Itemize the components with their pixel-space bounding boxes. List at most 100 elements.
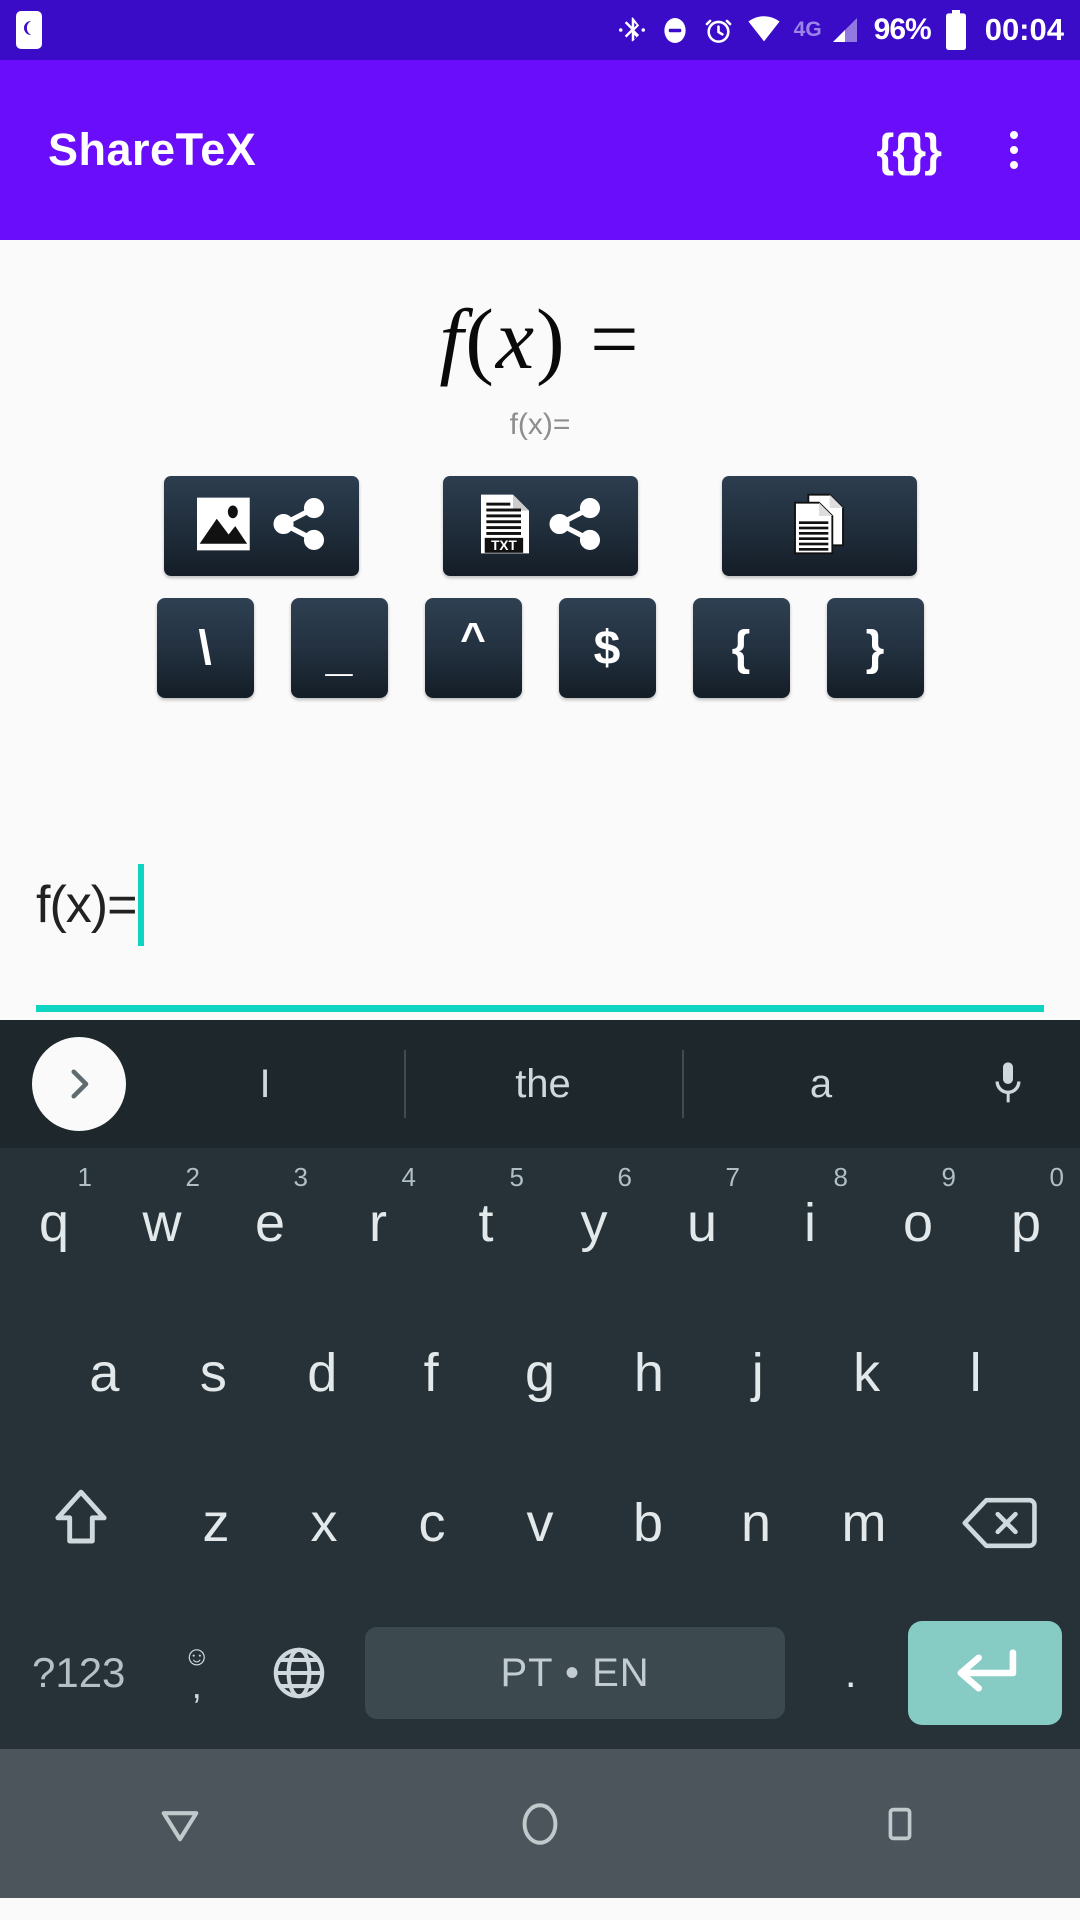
chevron-right-icon[interactable] — [32, 1037, 126, 1131]
soft-keyboard: I the a 1q 2w 3e 4r 5t 6y 7u 8i 9o 0p a … — [0, 1020, 1080, 1748]
key-r[interactable]: 4r — [324, 1148, 432, 1298]
main-content: f(x) = f(x)= TXT \ _ ^ $ {} f(x)= — [0, 240, 1080, 1020]
suggestion-list: I the a — [126, 1020, 960, 1148]
key-hint: 8 — [833, 1162, 848, 1192]
backspace-icon[interactable] — [918, 1448, 1080, 1598]
key-j[interactable]: j — [703, 1298, 812, 1448]
key-hint: 9 — [941, 1162, 956, 1192]
shift-arrow-icon[interactable] — [0, 1448, 162, 1598]
key-backslash[interactable]: \ — [156, 598, 254, 698]
key-x[interactable]: x — [270, 1448, 378, 1598]
recents-square-icon[interactable] — [830, 1749, 970, 1898]
key-o[interactable]: 9o — [864, 1148, 972, 1298]
share-image-button[interactable] — [163, 476, 359, 576]
rendered-formula-x: x — [495, 291, 537, 387]
svg-text:TXT: TXT — [491, 538, 517, 553]
rendered-formula: f(x) = — [0, 296, 1080, 382]
rendered-formula-open-paren: ( — [465, 291, 496, 387]
latex-input-field[interactable]: f(x)= — [36, 851, 1044, 1012]
rendered-formula-f: f — [439, 291, 466, 387]
key-y[interactable]: 6y — [540, 1148, 648, 1298]
sim-card-icon — [16, 11, 42, 49]
key-k[interactable]: k — [812, 1298, 921, 1448]
key-label: e — [254, 1193, 286, 1253]
home-circle-icon[interactable] — [470, 1749, 610, 1898]
key-h[interactable]: h — [594, 1298, 703, 1448]
period-key[interactable]: . — [799, 1598, 902, 1748]
key-t[interactable]: 5t — [432, 1148, 540, 1298]
key-a[interactable]: a — [50, 1298, 159, 1448]
network-type-label: 4G — [793, 18, 822, 41]
formula-source-text: f(x)= — [509, 408, 571, 441]
image-icon — [194, 495, 258, 558]
microphone-icon[interactable] — [960, 1056, 1056, 1112]
key-n[interactable]: n — [702, 1448, 810, 1598]
rendered-formula-close-paren: ) — [536, 291, 567, 387]
more-vertical-icon[interactable] — [996, 127, 1032, 173]
latex-braces-button[interactable]: {{}} — [876, 123, 942, 177]
space-key[interactable]: PT • EN — [364, 1627, 786, 1719]
key-label: y — [580, 1193, 608, 1253]
keyboard-row-4: ?123 ☺ , PT • EN . — [0, 1598, 1080, 1748]
suggestion-bar: I the a — [0, 1020, 1080, 1148]
copy-document-button[interactable] — [721, 476, 917, 576]
key-g[interactable]: g — [486, 1298, 595, 1448]
suggestion-item[interactable]: a — [682, 1062, 960, 1107]
status-clock: 00:04 — [984, 12, 1064, 47]
app-bar-actions: {{}} — [876, 123, 1032, 177]
key-c[interactable]: c — [378, 1448, 486, 1598]
key-p[interactable]: 0p — [972, 1148, 1080, 1298]
enter-return-icon[interactable] — [908, 1621, 1062, 1725]
comma-label: , — [191, 1665, 202, 1707]
key-i[interactable]: 8i — [756, 1148, 864, 1298]
key-m[interactable]: m — [810, 1448, 918, 1598]
copy-documents-icon — [788, 492, 850, 561]
key-brace-close[interactable]: } — [826, 598, 924, 698]
globe-language-icon[interactable] — [248, 1598, 351, 1748]
suggestion-item[interactable]: I — [126, 1062, 404, 1107]
share-icon — [546, 495, 604, 558]
key-brace-open[interactable]: { — [692, 598, 790, 698]
editor-line[interactable]: f(x)= — [36, 851, 1044, 959]
key-label: o — [902, 1193, 934, 1253]
key-hint: 3 — [293, 1162, 308, 1192]
key-b[interactable]: b — [594, 1448, 702, 1598]
back-triangle-icon[interactable] — [110, 1749, 250, 1898]
key-q[interactable]: 1q — [0, 1148, 108, 1298]
status-bar-right: 4G 96% 00:04 — [617, 10, 1064, 50]
symbol-key-row: \ _ ^ $ { } — [0, 598, 1080, 698]
keyboard-row-2: a s d f g h j k l — [0, 1298, 1080, 1448]
battery-percent-label: 96% — [873, 13, 932, 46]
key-hint: 6 — [617, 1162, 632, 1192]
key-d[interactable]: d — [268, 1298, 377, 1448]
key-hint: 0 — [1049, 1162, 1064, 1192]
action-button-row: TXT — [0, 476, 1080, 576]
bluetooth-icon — [617, 12, 647, 48]
editor-value: f(x)= — [36, 876, 137, 934]
key-label: u — [686, 1193, 718, 1253]
key-f[interactable]: f — [377, 1298, 486, 1448]
key-l[interactable]: l — [921, 1298, 1030, 1448]
key-z[interactable]: z — [162, 1448, 270, 1598]
key-v[interactable]: v — [486, 1448, 594, 1598]
key-underscore[interactable]: _ — [290, 598, 388, 698]
key-e[interactable]: 3e — [216, 1148, 324, 1298]
formula-preview: f(x) = f(x)= — [0, 240, 1080, 442]
key-dollar[interactable]: $ — [558, 598, 656, 698]
key-u[interactable]: 7u — [648, 1148, 756, 1298]
battery-icon — [944, 10, 968, 50]
share-txt-button[interactable]: TXT — [442, 476, 638, 576]
comma-key[interactable]: ☺ , — [145, 1598, 248, 1748]
signal-bars-icon — [829, 14, 861, 46]
key-hint: 4 — [401, 1162, 416, 1192]
symbols-key[interactable]: ?123 — [12, 1598, 145, 1748]
keyboard-row-3: z x c v b n m — [0, 1448, 1080, 1598]
app-bar: ShareTeX {{}} — [0, 60, 1080, 240]
key-hint: 2 — [185, 1162, 200, 1192]
suggestion-item[interactable]: the — [404, 1062, 682, 1107]
key-w[interactable]: 2w — [108, 1148, 216, 1298]
key-s[interactable]: s — [159, 1298, 268, 1448]
app-title: ShareTeX — [48, 124, 257, 175]
key-caret[interactable]: ^ — [424, 598, 522, 698]
key-label: p — [1010, 1193, 1042, 1253]
